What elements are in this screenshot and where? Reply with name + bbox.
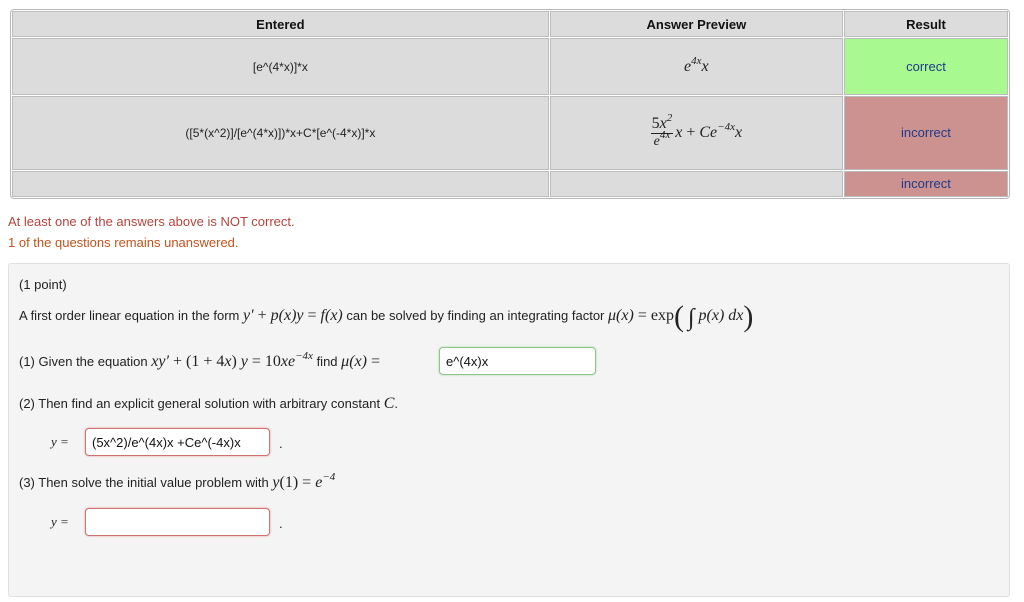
intro-prefix: A first order linear equation in the for… [19,308,240,323]
intro-middle: can be solved by finding an integrating … [346,308,605,323]
part3-line: (3) Then solve the initial value problem… [19,471,336,492]
part1-find: find [316,354,338,369]
problem-box: (1 point) A first order linear equation … [8,263,1010,597]
part1-line: (1) Given the equation xy′ + (1 + 4x) y … [19,350,380,371]
result-cell-incorrect: incorrect [843,96,1008,170]
problem-intro: A first order linear equation in the for… [19,300,754,333]
entered-cell: ([5*(x^2)]/[e^(4*x)])*x+C*[e^(-4*x)]*x [12,96,549,170]
preview-cell [549,170,843,197]
preview-cell: e4xx [549,38,843,96]
preview-cell: 5x2 e4x x + Ce−4xx [549,96,843,170]
result-cell-incorrect: incorrect [843,170,1008,197]
part3-text: (3) Then solve the initial value problem… [19,475,269,490]
header-entered: Entered [12,11,549,38]
header-result: Result [843,11,1008,38]
table-row: ([5*(x^2)]/[e^(4*x)])*x+C*[e^(-4*x)]*x 5… [12,96,1008,170]
result-cell-correct: correct [843,38,1008,96]
y-equals-label-1: y = [51,434,69,449]
results-table: Entered Answer Preview Result [e^(4*x)]*… [10,9,1010,199]
ivp-solution-input[interactable] [85,508,270,536]
period: . [279,516,283,531]
table-row: incorrect [12,170,1008,197]
entered-cell [12,170,549,197]
mu-answer-input[interactable] [439,347,596,375]
part1-prefix: (1) Given the equation [19,354,148,369]
not-correct-message: At least one of the answers above is NOT… [8,214,295,229]
unanswered-message: 1 of the questions remains unanswered. [8,235,239,250]
general-solution-input[interactable] [85,428,270,456]
part2-text: (2) Then find an explicit general soluti… [19,396,381,411]
points-label: (1 point) [19,277,67,292]
part2-line: (2) Then find an explicit general soluti… [19,395,398,412]
entered-cell: [e^(4*x)]*x [12,38,549,96]
y-equals-label-2: y = [51,514,69,529]
header-answer-preview: Answer Preview [549,11,843,38]
period: . [279,436,283,451]
table-row: [e^(4*x)]*x e4xx correct [12,38,1008,96]
